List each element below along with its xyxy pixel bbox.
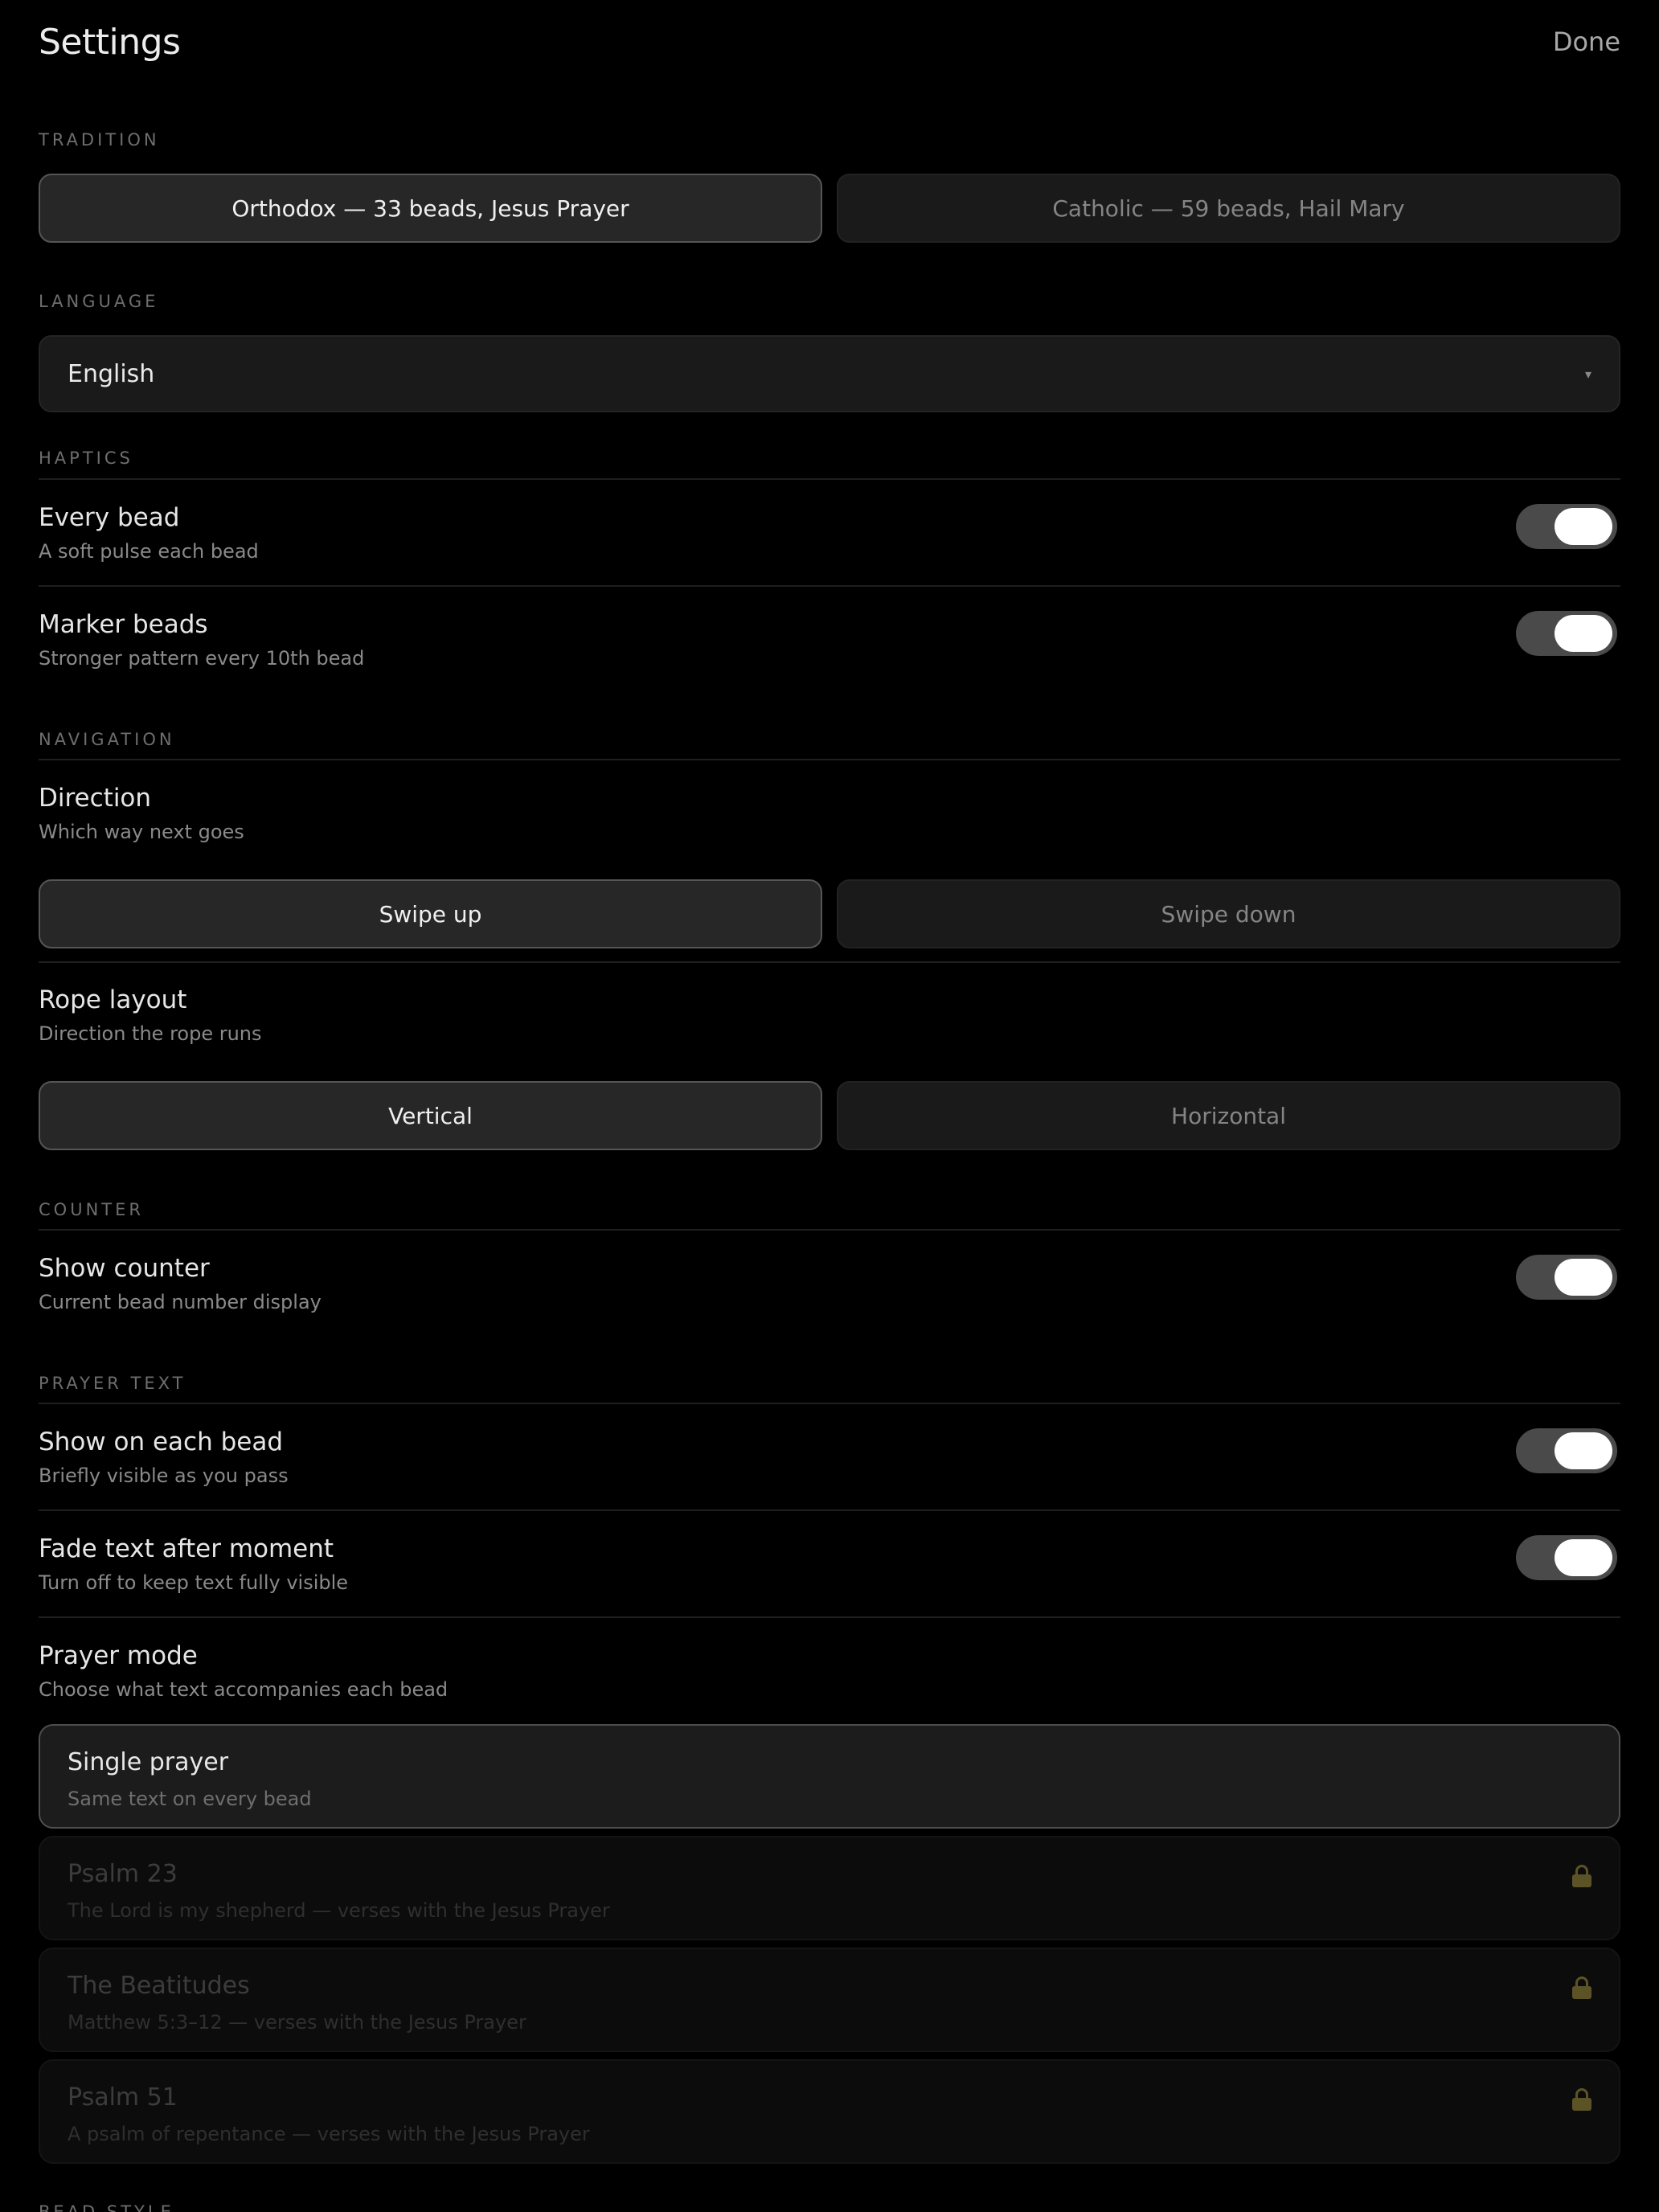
swipe-up-button[interactable]: Swipe up: [39, 879, 822, 948]
divider: [39, 478, 1620, 480]
row-title: Fade text after moment: [39, 1534, 334, 1563]
row-title: Marker beads: [39, 610, 208, 639]
divider: [39, 759, 1620, 760]
divider: [39, 1403, 1620, 1404]
toggle-knob: [1555, 1259, 1612, 1296]
lock-icon: [1572, 2088, 1591, 2111]
fade-text-toggle[interactable]: [1516, 1535, 1617, 1580]
rope-layout-segmented-control: Vertical Horizontal: [39, 1081, 1620, 1150]
language-select-value: English: [68, 359, 155, 388]
row-title: Prayer mode: [39, 1641, 198, 1670]
divider: [39, 1616, 1620, 1618]
every-bead-toggle[interactable]: [1516, 504, 1617, 549]
tradition-orthodox-button[interactable]: Orthodox — 33 beads, Jesus Prayer: [39, 174, 822, 243]
row-subtitle: Which way next goes: [39, 821, 244, 843]
done-button[interactable]: Done: [1553, 27, 1620, 57]
divider: [39, 1229, 1620, 1231]
mode-title: The Beatitudes: [68, 1972, 250, 2000]
chevron-down-icon: ▾: [1584, 366, 1591, 382]
prayer-mode-psalm-51[interactable]: Psalm 51 A psalm of repentance — verses …: [39, 2059, 1620, 2164]
language-select[interactable]: English ▾: [39, 335, 1620, 412]
setting-row-every-bead: Every bead A soft pulse each bead: [39, 503, 1620, 567]
section-label-navigation: NAVIGATION: [39, 730, 175, 749]
section-label-bead-style: BEAD STYLE: [39, 2202, 174, 2212]
tradition-catholic-button[interactable]: Catholic — 59 beads, Hail Mary: [837, 174, 1620, 243]
row-subtitle: Direction the rope runs: [39, 1022, 262, 1045]
row-title: Rope layout: [39, 985, 187, 1014]
section-label-tradition: TRADITION: [39, 130, 160, 150]
row-subtitle: Stronger pattern every 10th bead: [39, 647, 365, 670]
row-title: Every bead: [39, 503, 180, 532]
lock-icon: [1572, 1865, 1591, 1887]
mode-title: Single prayer: [68, 1748, 229, 1776]
row-title: Show on each bead: [39, 1428, 284, 1456]
mode-subtitle: A psalm of repentance — verses with the …: [68, 2123, 590, 2145]
row-subtitle: Briefly visible as you pass: [39, 1464, 289, 1487]
mode-subtitle: Matthew 5:3–12 — verses with the Jesus P…: [68, 2011, 526, 2034]
swipe-down-button[interactable]: Swipe down: [837, 879, 1620, 948]
setting-row-direction: Direction Which way next goes: [39, 784, 1620, 843]
prayer-mode-psalm-23[interactable]: Psalm 23 The Lord is my shepherd — verse…: [39, 1836, 1620, 1940]
vertical-button[interactable]: Vertical: [39, 1081, 822, 1150]
prayer-mode-beatitudes[interactable]: The Beatitudes Matthew 5:3–12 — verses w…: [39, 1948, 1620, 2052]
row-subtitle: Choose what text accompanies each bead: [39, 1678, 449, 1701]
horizontal-button[interactable]: Horizontal: [837, 1081, 1620, 1150]
row-subtitle: Current bead number display: [39, 1291, 322, 1313]
direction-segmented-control: Swipe up Swipe down: [39, 879, 1620, 948]
toggle-knob: [1555, 1432, 1612, 1469]
mode-subtitle: Same text on every bead: [68, 1788, 312, 1810]
setting-row-prayer-mode: Prayer mode Choose what text accompanies…: [39, 1641, 1620, 1701]
setting-row-rope-layout: Rope layout Direction the rope runs: [39, 985, 1620, 1045]
toggle-knob: [1555, 1539, 1612, 1576]
header: Settings Done: [39, 18, 1620, 66]
setting-row-show-on-each-bead: Show on each bead Briefly visible as you…: [39, 1428, 1620, 1492]
section-label-counter: COUNTER: [39, 1200, 144, 1219]
toggle-knob: [1555, 508, 1612, 545]
section-label-haptics: HAPTICS: [39, 449, 133, 468]
toggle-knob: [1555, 615, 1612, 652]
mode-title: Psalm 23: [68, 1860, 178, 1888]
section-label-language: LANGUAGE: [39, 292, 159, 311]
lock-icon: [1572, 1976, 1591, 1999]
show-on-each-bead-toggle[interactable]: [1516, 1428, 1617, 1473]
setting-row-fade-text: Fade text after moment Turn off to keep …: [39, 1534, 1620, 1599]
mode-title: Psalm 51: [68, 2083, 178, 2112]
prayer-mode-single-prayer[interactable]: Single prayer Same text on every bead: [39, 1724, 1620, 1829]
divider: [39, 585, 1620, 587]
row-subtitle: Turn off to keep text fully visible: [39, 1571, 349, 1594]
mode-subtitle: The Lord is my shepherd — verses with th…: [68, 1899, 610, 1922]
marker-beads-toggle[interactable]: [1516, 611, 1617, 656]
divider: [39, 1509, 1620, 1511]
setting-row-marker-beads: Marker beads Stronger pattern every 10th…: [39, 610, 1620, 674]
show-counter-toggle[interactable]: [1516, 1255, 1617, 1300]
divider: [39, 961, 1620, 963]
settings-screen: Settings Done TRADITION Orthodox — 33 be…: [0, 0, 1659, 2212]
setting-row-show-counter: Show counter Current bead number display: [39, 1254, 1620, 1318]
section-label-prayer-text: PRAYER TEXT: [39, 1374, 186, 1393]
row-title: Show counter: [39, 1254, 210, 1283]
row-title: Direction: [39, 784, 152, 813]
tradition-segmented-control: Orthodox — 33 beads, Jesus Prayer Cathol…: [39, 174, 1620, 243]
row-subtitle: A soft pulse each bead: [39, 540, 259, 563]
page-title: Settings: [39, 21, 181, 63]
